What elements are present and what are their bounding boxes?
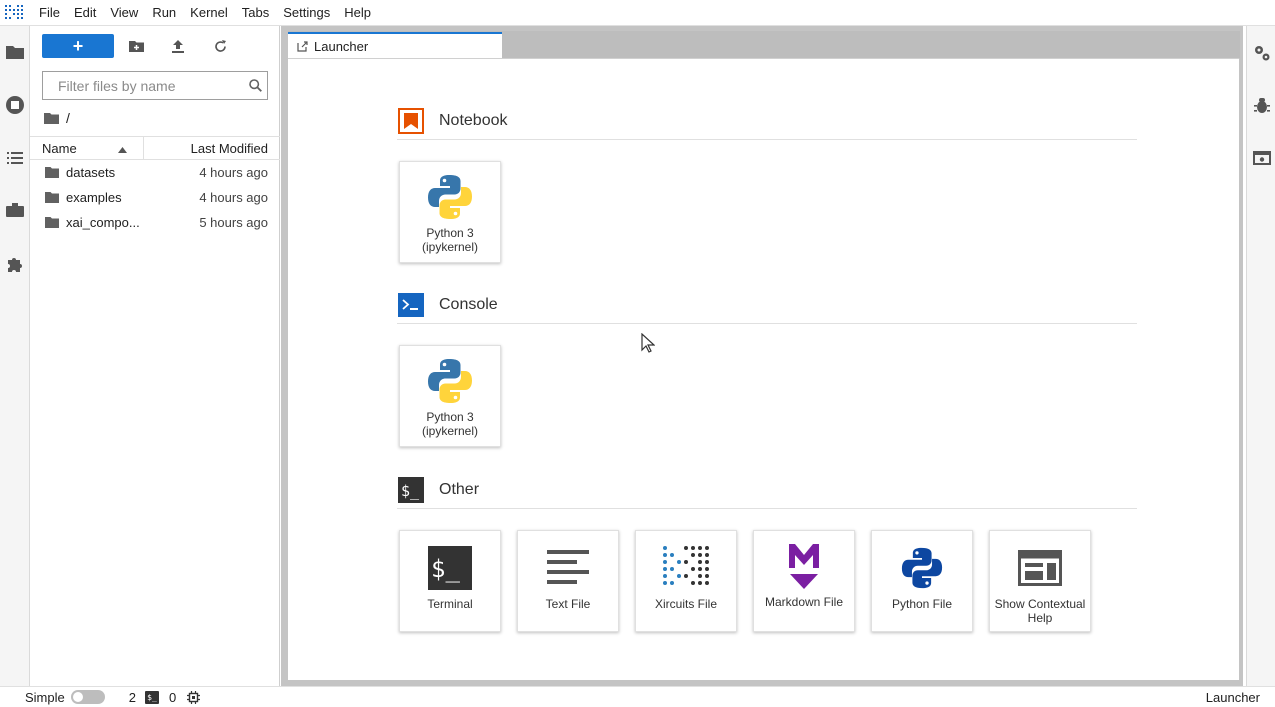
extension-panel-icon[interactable] <box>1252 148 1272 168</box>
section-title: Other <box>439 480 480 498</box>
other-section-icon: $_ <box>397 476 425 503</box>
status-current-activity: Launcher <box>1205 689 1260 705</box>
file-modified: 4 hours ago <box>199 165 268 180</box>
toc-icon[interactable] <box>4 147 26 169</box>
xircuits-icon <box>662 543 710 593</box>
section-console: Console <box>397 286 1137 324</box>
terminal-card[interactable]: $_ Terminal <box>399 530 501 632</box>
text-file-card[interactable]: Text File <box>517 530 619 632</box>
search-icon <box>243 79 267 92</box>
filter-files-box <box>42 71 268 100</box>
kernel-status-icon[interactable] <box>187 690 201 704</box>
folder-icon <box>45 167 59 178</box>
column-name-label: Name <box>42 140 77 156</box>
folder-icon <box>45 192 59 203</box>
file-modified: 5 hours ago <box>199 215 268 230</box>
upload-icon[interactable] <box>170 38 186 54</box>
menu-settings[interactable]: Settings <box>276 0 337 26</box>
menu-edit[interactable]: Edit <box>67 0 103 26</box>
file-list-header: Name Last Modified <box>30 136 280 160</box>
launcher-tab-icon <box>297 41 308 52</box>
commands-icon[interactable] <box>4 199 26 221</box>
breadcrumb-root[interactable]: / <box>66 110 70 126</box>
card-label: Terminal <box>427 597 473 611</box>
python-file-card[interactable]: Python File <box>871 530 973 632</box>
simple-mode-label: Simple <box>25 689 65 705</box>
terminal-icon: $_ <box>428 543 472 593</box>
card-label: Xircuits File <box>654 597 717 611</box>
debugger-icon[interactable] <box>1252 95 1272 115</box>
column-modified-header[interactable]: Last Modified <box>144 141 280 156</box>
menu-help[interactable]: Help <box>337 0 378 26</box>
xircuits-file-card[interactable]: Xircuits File <box>635 530 737 632</box>
notebook-section-icon <box>397 107 425 134</box>
svg-text:$_: $_ <box>431 555 460 583</box>
file-row[interactable]: examples 4 hours ago <box>30 185 280 210</box>
breadcrumb: / <box>44 110 70 126</box>
menu-file[interactable]: File <box>30 0 67 26</box>
file-browser-toolbar: + <box>42 34 114 58</box>
console-python3-card[interactable]: Python 3 (ipykernel) <box>399 345 501 447</box>
card-label: Python File <box>891 597 953 611</box>
file-name: xai_compo... <box>66 215 140 230</box>
column-name-header[interactable]: Name <box>30 137 144 159</box>
status-bar: Simple 2 $_ 0 Launcher <box>0 686 1275 707</box>
menu-kernel[interactable]: Kernel <box>183 0 235 26</box>
menu-bar: File Edit View Run Kernel Tabs Settings … <box>0 0 1275 26</box>
extension-icon[interactable] <box>4 253 26 275</box>
python-logo-icon <box>427 356 473 406</box>
card-label: Markdown File <box>764 595 844 609</box>
simple-mode-toggle[interactable] <box>70 690 105 704</box>
running-icon[interactable] <box>4 94 26 116</box>
card-label: Python 3 (ipykernel) <box>421 410 478 438</box>
file-browser: + / Name Last Modified datasets 4 hours <box>30 26 280 686</box>
contextual-help-card[interactable]: Show Contextual Help <box>989 530 1091 632</box>
console-section-icon <box>397 292 425 318</box>
tab-launcher[interactable]: Launcher <box>288 32 502 59</box>
notebook-python3-card[interactable]: Python 3 (ipykernel) <box>399 161 501 263</box>
section-other: $_ Other <box>397 471 1137 509</box>
file-row[interactable]: xai_compo... 5 hours ago <box>30 210 280 235</box>
tab-label: Launcher <box>314 39 369 54</box>
new-folder-icon[interactable] <box>128 38 144 54</box>
menu-tabs[interactable]: Tabs <box>235 0 276 26</box>
sort-ascending-icon <box>118 141 127 156</box>
folder-home-icon[interactable] <box>44 112 59 124</box>
menu-run[interactable]: Run <box>145 0 183 26</box>
markdown-file-card[interactable]: Markdown File <box>753 530 855 632</box>
file-modified: 4 hours ago <box>199 190 268 205</box>
contextual-help-icon <box>1018 543 1062 593</box>
card-label: Text File <box>545 597 591 611</box>
section-title: Notebook <box>439 111 508 129</box>
jupyter-logo-icon <box>0 0 30 26</box>
folder-icon <box>45 217 59 228</box>
python-file-icon <box>901 543 943 593</box>
folder-icon[interactable] <box>4 41 26 63</box>
terminal-status-icon[interactable]: $_ <box>144 690 159 704</box>
menu-view[interactable]: View <box>103 0 145 26</box>
file-row[interactable]: datasets 4 hours ago <box>30 160 280 185</box>
left-sidebar <box>0 26 30 686</box>
property-inspector-icon[interactable] <box>1252 43 1272 63</box>
text-file-icon <box>547 543 589 593</box>
section-notebook: Notebook <box>397 102 1137 140</box>
kernels-count: 0 <box>168 689 177 705</box>
card-label: Show Contextual Help <box>994 597 1086 625</box>
new-launcher-button[interactable]: + <box>42 34 114 58</box>
card-label: Python 3 (ipykernel) <box>421 226 478 254</box>
mouse-cursor-icon <box>641 332 656 356</box>
launcher-panel: Notebook Python 3 (ipykernel) Console Py… <box>288 58 1239 680</box>
svg-text:$_: $_ <box>401 482 420 500</box>
terminals-count: 2 <box>128 689 136 705</box>
section-title: Console <box>439 295 498 313</box>
file-name: examples <box>66 190 122 205</box>
markdown-icon <box>788 541 820 591</box>
right-sidebar <box>1246 26 1275 686</box>
python-logo-icon <box>427 172 473 222</box>
filter-files-input[interactable] <box>43 77 243 94</box>
file-name: datasets <box>66 165 116 180</box>
refresh-icon[interactable] <box>212 38 228 54</box>
tab-bar: Launcher <box>288 31 1240 59</box>
